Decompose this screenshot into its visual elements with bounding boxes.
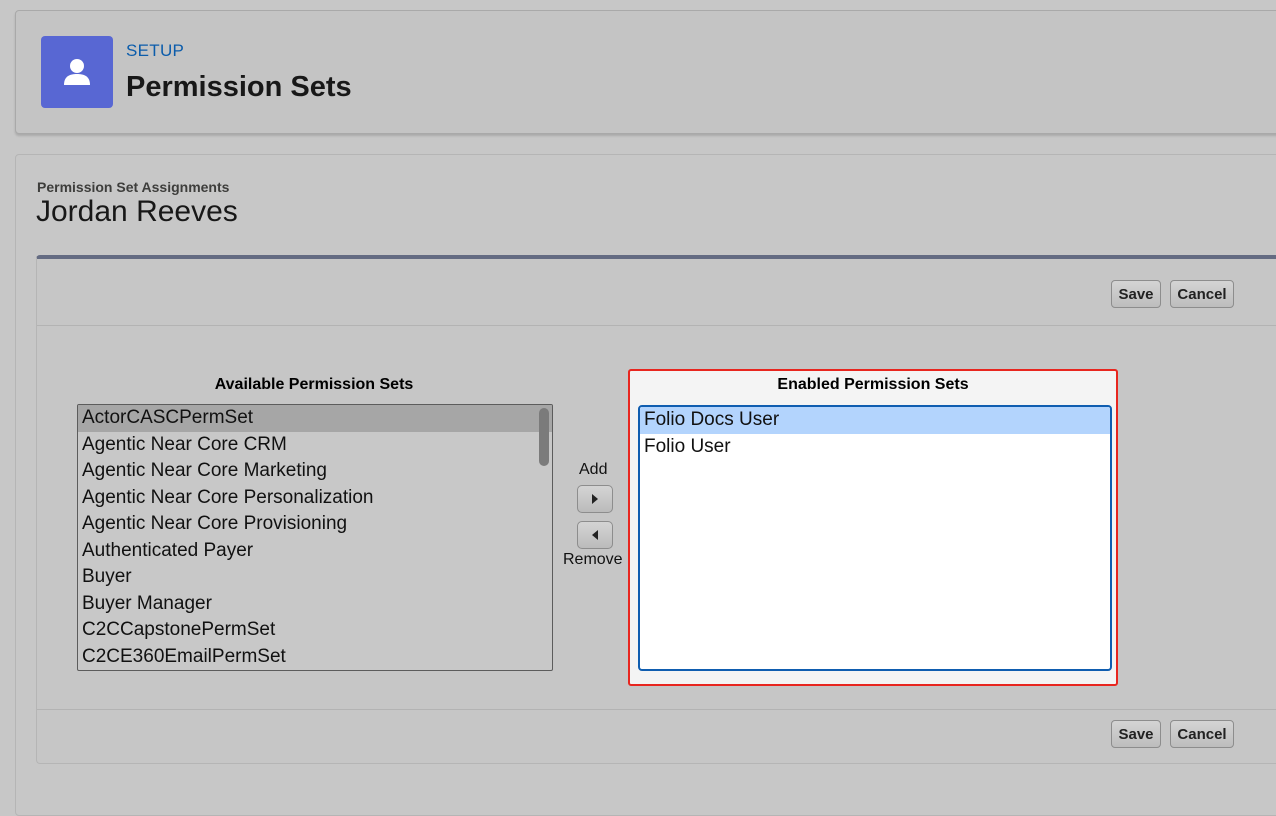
available-list-title: Available Permission Sets [214,376,414,393]
content-card: Permission Set Assignments Jordan Reeves… [15,154,1276,816]
edit-block: Save Cancel Available Permission Sets Ac… [36,255,1276,764]
page-title: Permission Sets [126,71,352,103]
top-button-row: Save Cancel [37,259,1276,326]
save-button-top[interactable]: Save [1111,280,1161,308]
list-item[interactable]: ActorCASCPermSet [78,405,552,432]
cancel-button-top[interactable]: Cancel [1170,280,1234,308]
list-item[interactable]: C2CE360EmailPermSet [78,644,552,671]
list-item[interactable]: Agentic Near Core Marketing [78,458,552,485]
list-item[interactable]: Buyer [78,564,552,591]
enabled-highlight-box: Enabled Permission Sets Folio Docs User … [628,369,1118,686]
bottom-button-row: Save Cancel [37,709,1276,762]
remove-label: Remove [563,551,623,568]
caret-right-icon [592,494,598,504]
move-controls: Add Remove [561,459,631,579]
user-name: Jordan Reeves [36,195,238,228]
list-item[interactable]: Agentic Near Core Provisioning [78,511,552,538]
add-button[interactable] [577,485,613,513]
list-item[interactable]: Folio User [640,434,1110,461]
list-item[interactable]: Agentic Near Core CRM [78,432,552,459]
page-header: SETUP Permission Sets [15,10,1276,134]
save-button-bottom[interactable]: Save [1111,720,1161,748]
section-label: Permission Set Assignments [37,179,230,195]
enabled-permission-sets-list[interactable]: Folio Docs User Folio User [638,405,1112,671]
remove-button[interactable] [577,521,613,549]
enabled-list-title: Enabled Permission Sets [777,376,969,393]
setup-label: SETUP [126,41,185,60]
available-permission-sets-list[interactable]: ActorCASCPermSet Agentic Near Core CRM A… [77,404,553,671]
caret-left-icon [592,530,598,540]
list-item[interactable]: Folio Docs User [640,407,1110,434]
list-item[interactable]: C2CCapstonePermSet [78,617,552,644]
list-scrollbar[interactable] [539,408,549,466]
list-item[interactable]: Buyer Manager [78,591,552,618]
list-item[interactable]: Agentic Near Core Personalization [78,485,552,512]
add-label: Add [579,461,608,478]
list-item[interactable]: Authenticated Payer [78,538,552,565]
user-icon [41,36,113,108]
cancel-button-bottom[interactable]: Cancel [1170,720,1234,748]
